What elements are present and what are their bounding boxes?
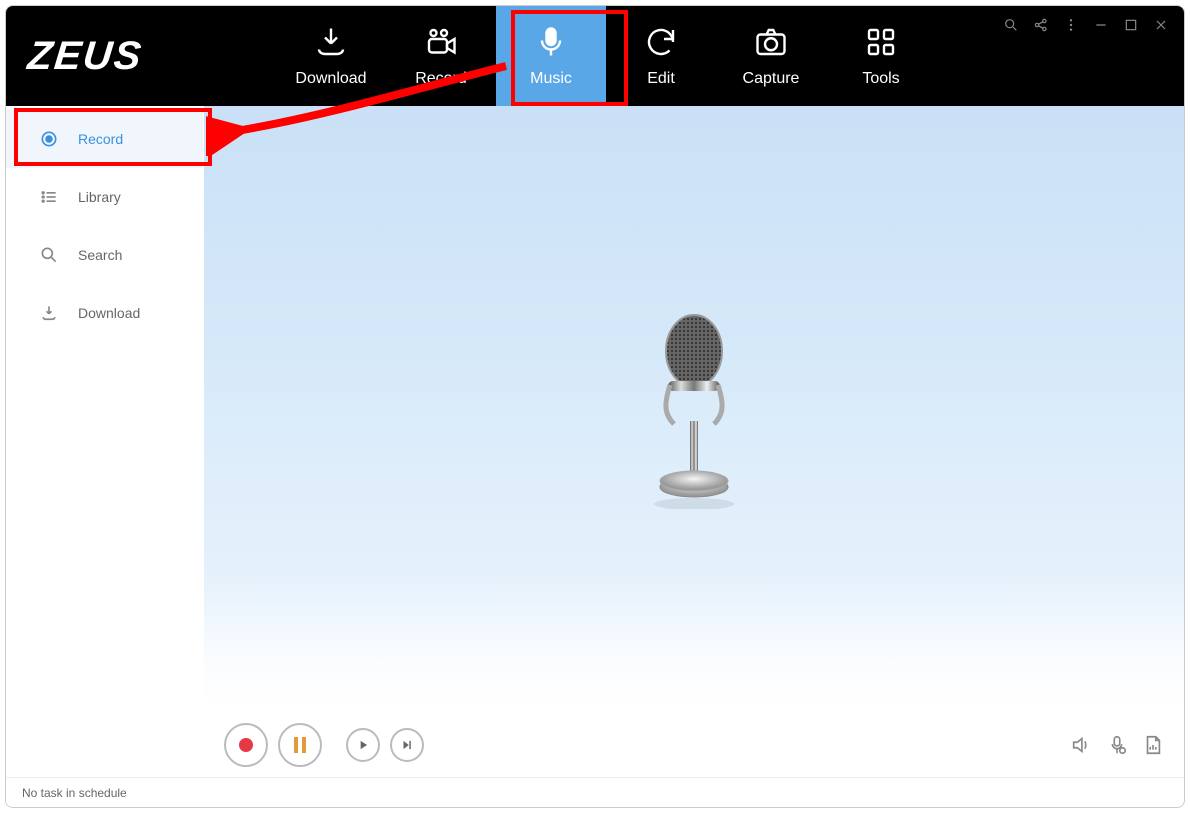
sidebar-item-label: Download	[78, 305, 140, 321]
tab-label: Music	[530, 70, 572, 88]
play-button[interactable]	[346, 728, 380, 762]
next-button[interactable]	[390, 728, 424, 762]
record-button[interactable]	[224, 723, 268, 767]
app-logo: ZEUS	[5, 6, 211, 106]
radio-icon	[38, 128, 60, 150]
tab-label: Tools	[862, 70, 899, 88]
tab-label: Download	[295, 70, 366, 88]
sidebar-item-record[interactable]: Record	[6, 110, 203, 168]
status-bar: No task in schedule	[6, 777, 1184, 807]
tab-record[interactable]: Record	[386, 6, 496, 106]
sidebar-item-library[interactable]: Library	[6, 168, 203, 226]
tab-label: Capture	[743, 70, 800, 88]
status-text: No task in schedule	[22, 786, 127, 800]
maximize-icon[interactable]	[1122, 16, 1140, 34]
list-icon	[38, 186, 60, 208]
tab-music[interactable]: Music	[496, 6, 606, 106]
tab-capture[interactable]: Capture	[716, 6, 826, 106]
app-body: Record Library Search Download	[6, 106, 1184, 777]
microphone-icon	[533, 24, 569, 60]
tab-label: Edit	[647, 70, 675, 88]
download-icon	[313, 24, 349, 60]
volume-icon[interactable]	[1070, 734, 1092, 756]
sidebar-item-search[interactable]: Search	[6, 226, 203, 284]
refresh-icon	[643, 24, 679, 60]
mic-settings-icon[interactable]	[1106, 734, 1128, 756]
main-panel	[204, 106, 1184, 777]
record-dot-icon	[239, 738, 253, 752]
search-icon	[38, 244, 60, 266]
minimize-icon[interactable]	[1092, 16, 1110, 34]
sidebar-item-label: Search	[78, 247, 122, 263]
close-icon[interactable]	[1152, 16, 1170, 34]
playback-controls	[204, 712, 1184, 777]
share-icon[interactable]	[1032, 16, 1050, 34]
file-audio-icon[interactable]	[1142, 734, 1164, 756]
pause-bar-icon	[294, 737, 298, 753]
sidebar-item-label: Library	[78, 189, 121, 205]
sidebar: Record Library Search Download	[6, 106, 204, 777]
search-icon[interactable]	[1002, 16, 1020, 34]
more-icon[interactable]	[1062, 16, 1080, 34]
topbar: ZEUS Download Record Music	[6, 6, 1184, 106]
tab-label: Record	[415, 70, 467, 88]
tab-edit[interactable]: Edit	[606, 6, 716, 106]
window-controls	[1002, 16, 1170, 34]
microphone-illustration	[634, 309, 754, 509]
right-controls	[1070, 734, 1164, 756]
sidebar-item-label: Record	[78, 131, 123, 147]
tab-download[interactable]: Download	[276, 6, 386, 106]
main-tabs: Download Record Music Edit	[276, 6, 936, 106]
camera-icon	[753, 24, 789, 60]
download-icon	[38, 302, 60, 324]
camcorder-icon	[423, 24, 459, 60]
tab-tools[interactable]: Tools	[826, 6, 936, 106]
sidebar-item-download[interactable]: Download	[6, 284, 203, 342]
app-window: ZEUS Download Record Music	[5, 5, 1185, 808]
pause-button[interactable]	[278, 723, 322, 767]
record-canvas	[204, 106, 1184, 712]
pause-bar-icon	[302, 737, 306, 753]
grid-icon	[863, 24, 899, 60]
